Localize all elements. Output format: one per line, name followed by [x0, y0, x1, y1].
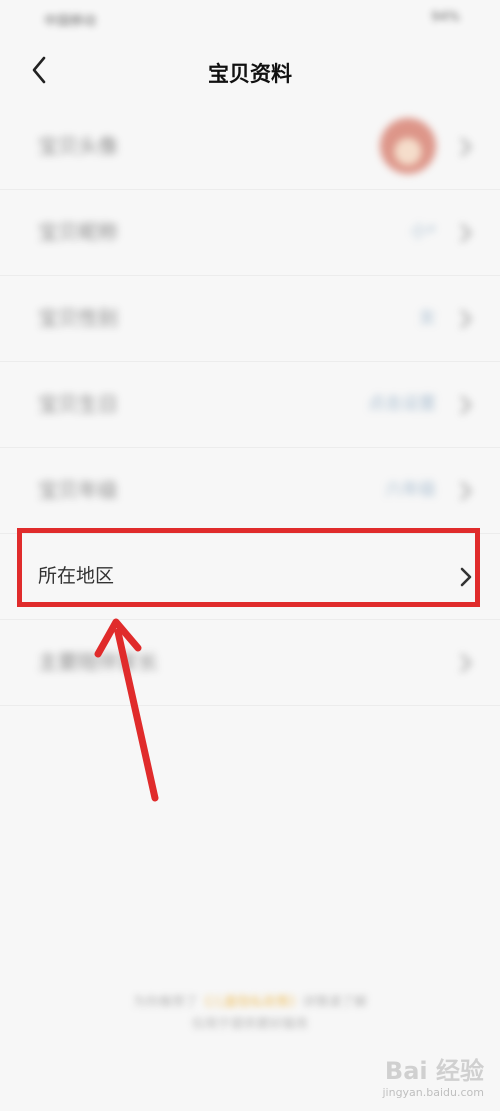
row-birthday[interactable]: 宝贝生日 点击设置 — [0, 362, 500, 448]
row-label: 宝贝性别 — [38, 306, 118, 330]
watermark-logo: Bai 经验 — [384, 1057, 484, 1085]
chevron-right-icon — [460, 137, 472, 157]
battery-text: 94% — [431, 10, 460, 25]
footer-line-1: 为你推荐了《儿童隐私政策》详情请了解 — [60, 992, 440, 1014]
chevron-right-icon — [460, 653, 472, 673]
row-gender[interactable]: 宝贝性别 女 — [0, 276, 500, 362]
status-bar: 中国移动 94% — [0, 0, 500, 38]
chevron-right-icon — [460, 395, 472, 415]
row-nickname[interactable]: 宝贝昵称 小* — [0, 190, 500, 276]
row-grade[interactable]: 宝贝年级 六年级 — [0, 448, 500, 534]
row-value: 小* — [410, 222, 437, 242]
annotation-arrow — [94, 618, 159, 802]
row-value: 点击设置 — [368, 394, 436, 414]
row-main-guardian[interactable]: 主要陪伴家长 — [0, 620, 500, 706]
row-value: 女 — [419, 308, 436, 328]
privacy-policy-link[interactable]: 《儿童隐私政策》 — [198, 995, 302, 1010]
row-avatar[interactable]: 宝贝头像 — [0, 104, 500, 190]
watermark: Bai 经验 jingyan.baidu.com — [382, 1051, 484, 1099]
footer-line-2: 仅用于提供更好服务 — [191, 1017, 309, 1032]
highlight-box — [17, 528, 480, 607]
carrier-text: 中国移动 — [44, 14, 97, 29]
chevron-right-icon — [460, 309, 472, 329]
footer-text: 为你推荐了 — [132, 995, 198, 1010]
row-label: 宝贝头像 — [38, 134, 118, 158]
chevron-right-icon — [460, 223, 472, 243]
row-label: 宝贝生日 — [38, 392, 118, 416]
page-title: 宝贝资料 — [208, 62, 292, 86]
profile-list: 宝贝头像 宝贝昵称 小* 宝贝性别 女 宝贝生日 点击设置 宝贝年级 六年级 所… — [0, 104, 500, 706]
footer-text: 详情请了解 — [302, 995, 368, 1010]
avatar — [380, 118, 436, 174]
row-value: 六年级 — [385, 480, 436, 500]
watermark-url: jingyan.baidu.com — [382, 1086, 484, 1099]
row-label: 宝贝昵称 — [38, 220, 118, 244]
header: 宝贝资料 — [0, 38, 500, 104]
row-label: 宝贝年级 — [38, 478, 118, 502]
chevron-right-icon — [460, 481, 472, 501]
